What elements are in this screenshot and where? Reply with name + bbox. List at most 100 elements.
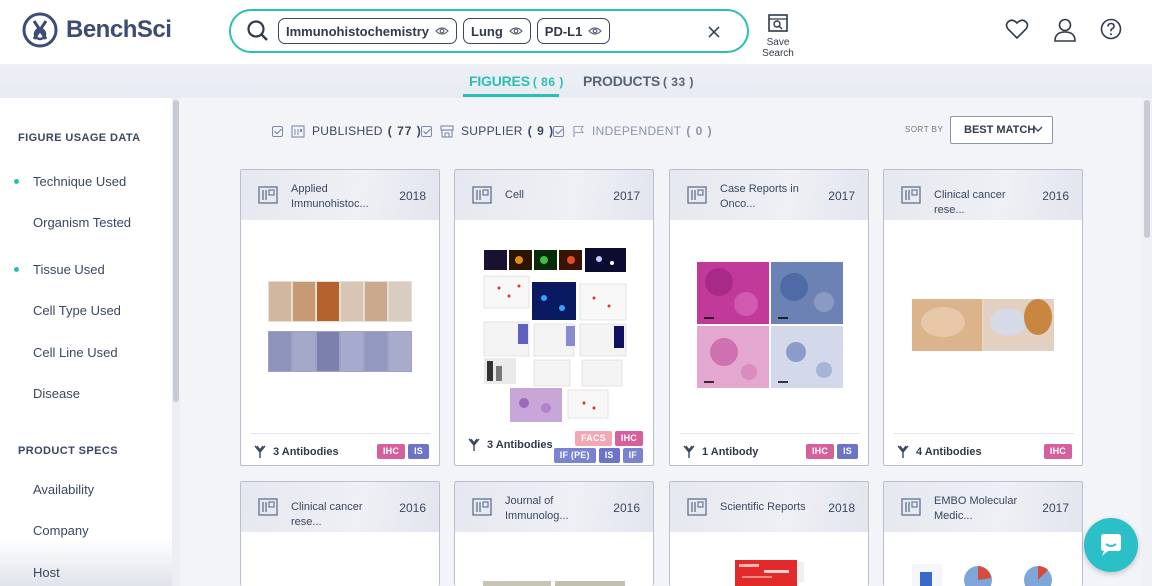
supplier-store-icon: [440, 124, 454, 138]
figure-card[interactable]: Scientific Reports 2018: [669, 481, 869, 586]
journal-icon: [901, 186, 921, 204]
eye-icon[interactable]: [588, 26, 603, 36]
checkbox[interactable]: [272, 125, 283, 137]
antibody-count[interactable]: 1 Antibody: [683, 445, 758, 459]
technique-tags: IHC IS: [374, 444, 429, 459]
sidebar-item-organism-tested[interactable]: Organism Tested: [33, 215, 131, 230]
tab-figures[interactable]: FIGURES( 86 ): [469, 73, 564, 89]
benchsci-logo[interactable]: BenchSci: [22, 12, 172, 48]
save-search-button[interactable]: Save Search: [750, 14, 806, 59]
figure-thumbnail[interactable]: [898, 222, 1068, 430]
antibody-count[interactable]: 4 Antibodies: [897, 445, 982, 459]
publication-year: 2017: [613, 189, 640, 203]
checkbox[interactable]: [421, 125, 432, 137]
filter-count: ( 0 ): [686, 124, 713, 138]
figure-card[interactable]: Cell 2017 3 Antibodies FACS IHC IF (PE) …: [454, 169, 654, 466]
technique-tags: IHC IS: [803, 444, 858, 459]
user-account-icon[interactable]: [1054, 18, 1076, 42]
tag-facs: FACS: [575, 431, 612, 446]
sort-value: BEST MATCH: [964, 124, 1036, 136]
filter-label: SUPPLIER: [461, 124, 523, 138]
tab-label: FIGURES: [469, 73, 530, 89]
search-chip-tissue[interactable]: Lung: [463, 18, 531, 44]
filter-count: ( 77 ): [387, 124, 422, 138]
sidebar-scrollbar[interactable]: [172, 98, 180, 586]
favorites-heart-icon[interactable]: [1005, 18, 1029, 40]
sidebar-item-disease[interactable]: Disease: [33, 386, 80, 401]
tag-is: IS: [598, 448, 620, 463]
active-tab-underline: [463, 94, 559, 97]
search-icon[interactable]: [247, 20, 269, 42]
antibody-icon: [254, 445, 266, 458]
antibody-count-label: 4 Antibodies: [916, 446, 982, 458]
figure-card[interactable]: Case Reports in Onco... 2017 1 Antibody …: [669, 169, 869, 466]
eye-icon[interactable]: [435, 26, 449, 36]
checkbox[interactable]: [553, 125, 564, 137]
publication-year: 2016: [399, 501, 426, 515]
figure-thumbnail[interactable]: [684, 222, 854, 430]
technique-tags: IF (PE) IS IF: [551, 448, 643, 463]
active-filter-dot: [14, 179, 19, 184]
sidebar-item-cell-line-used[interactable]: Cell Line Used: [33, 345, 118, 360]
help-icon[interactable]: [1100, 18, 1122, 40]
figure-thumbnail[interactable]: [898, 558, 1068, 586]
published-icon: [291, 124, 305, 138]
search-box[interactable]: Immunohistochemistry Lung PD-L1: [229, 9, 749, 53]
card-header: EMBO Molecular Medic... 2017: [884, 482, 1082, 532]
flag-icon: [572, 125, 585, 138]
figure-card[interactable]: Applied Immunohistoc... 2018 3 Antibodie…: [240, 169, 440, 466]
filter-supplier[interactable]: SUPPLIER ( 9 ): [421, 124, 554, 138]
scrollbar-thumb[interactable]: [1144, 100, 1150, 238]
eye-icon[interactable]: [508, 26, 523, 36]
divider: [894, 433, 1074, 434]
sidebar-item-tissue-used[interactable]: Tissue Used: [33, 262, 105, 277]
filter-published[interactable]: PUBLISHED ( 77 ): [272, 124, 422, 138]
antibody-count-label: 3 Antibodies: [487, 439, 553, 451]
publication-year: 2018: [828, 501, 855, 515]
chat-button[interactable]: [1084, 518, 1138, 572]
sidebar-item-company[interactable]: Company: [33, 523, 89, 538]
sidebar-item-cell-type-used[interactable]: Cell Type Used: [33, 303, 121, 318]
logo-text: BenchSci: [66, 16, 172, 43]
technique-tags: IHC: [1041, 444, 1072, 459]
journal-icon: [687, 498, 707, 516]
figure-card[interactable]: Clinical cancer rese... 2016: [240, 481, 440, 586]
tag-ihc: IHC: [376, 444, 406, 459]
journal-icon: [687, 186, 707, 204]
antibody-count[interactable]: 3 Antibodies: [468, 438, 553, 452]
save-search-icon: [768, 14, 788, 32]
figure-card[interactable]: Journal of Immunolog... 2016: [454, 481, 654, 586]
filter-independent[interactable]: INDEPENDENT ( 0 ): [553, 124, 713, 138]
tag-ihc: IHC: [1043, 444, 1072, 459]
scrollbar-thumb[interactable]: [173, 100, 179, 402]
tab-count: ( 33 ): [662, 75, 694, 89]
tag-if: IF: [622, 448, 643, 463]
journal-name: Journal of Immunolog...: [505, 495, 569, 522]
antibody-icon: [683, 445, 695, 458]
clear-search-icon[interactable]: [707, 25, 721, 39]
sort-select[interactable]: BEST MATCH: [950, 116, 1053, 144]
journal-name: Scientific Reports: [720, 501, 806, 513]
card-header: Case Reports in Onco... 2017: [670, 170, 868, 220]
tab-count: ( 86 ): [532, 75, 564, 89]
journal-name: Clinical cancer rese...: [934, 189, 1006, 216]
figure-thumbnail[interactable]: [255, 222, 425, 430]
sidebar-item-technique-used[interactable]: Technique Used: [33, 174, 126, 189]
figure-card[interactable]: EMBO Molecular Medic... 2017: [883, 481, 1083, 586]
figure-thumbnail[interactable]: [469, 222, 639, 430]
main-scrollbar[interactable]: [1142, 98, 1152, 586]
figure-thumbnail[interactable]: [469, 577, 639, 586]
sidebar-item-host[interactable]: Host: [33, 565, 60, 580]
results-tabs: FIGURES( 86 ) PRODUCTS( 33 ): [0, 64, 1152, 98]
tab-label: PRODUCTS: [583, 73, 660, 89]
antibody-count[interactable]: 3 Antibodies: [254, 445, 339, 459]
product-specs-heading: PRODUCT SPECS: [18, 445, 118, 457]
sidebar-item-availability[interactable]: Availability: [33, 482, 94, 497]
search-chip-target[interactable]: PD-L1: [536, 18, 611, 44]
search-chip-technique[interactable]: Immunohistochemistry: [278, 18, 458, 44]
figure-thumbnail[interactable]: [684, 560, 854, 586]
tab-products[interactable]: PRODUCTS( 33 ): [583, 73, 694, 89]
journal-name: Cell: [505, 189, 524, 201]
logo-icon: [22, 12, 58, 48]
figure-card[interactable]: Clinical cancer rese... 2016 4 Antibodie…: [883, 169, 1083, 466]
